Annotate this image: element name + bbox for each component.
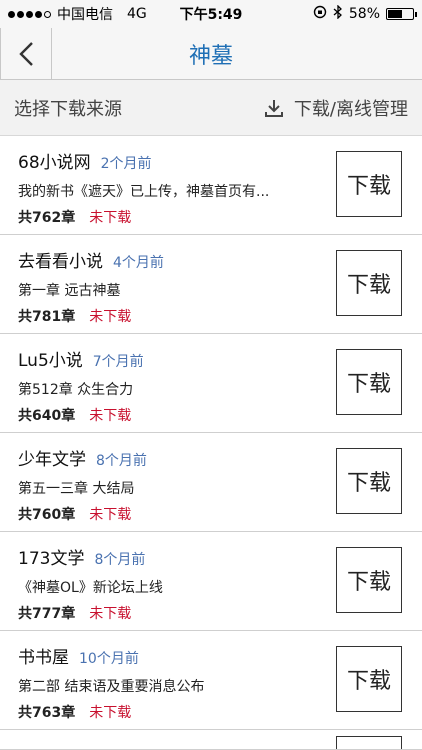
download-state: 未下载 bbox=[89, 507, 132, 523]
latest-chapter: 第一章 远古神墓 bbox=[18, 283, 121, 299]
source-name: Lu5小说 bbox=[18, 351, 83, 371]
chapter-count: 共640章 bbox=[18, 408, 76, 424]
source-list: 68小说网 2个月前 我的新书《遮天》已上传，神墓首页有... 共762章 未下载 … bbox=[0, 136, 422, 750]
source-name: 68小说网 bbox=[18, 153, 91, 173]
download-button-partial[interactable] bbox=[336, 736, 402, 749]
nav-bar: 神墓 bbox=[0, 27, 422, 80]
chapter-count: 共781章 bbox=[18, 309, 76, 325]
latest-chapter: 我的新书《遮天》已上传，神墓首页有... bbox=[18, 184, 270, 200]
status-bar: 中国电信 4G 下午5:49 58% bbox=[0, 0, 422, 28]
chevron-left-icon bbox=[19, 41, 33, 66]
status-left: 中国电信 4G bbox=[8, 4, 147, 24]
list-item[interactable]: Lu5小说 7个月前 第512章 众生合力 共640章 未下载 下载 bbox=[0, 334, 422, 433]
download-button[interactable]: 下载 bbox=[336, 151, 402, 217]
latest-chapter: 第512章 众生合力 bbox=[18, 382, 134, 398]
source-name: 书书屋 bbox=[18, 648, 69, 668]
source-name-partial bbox=[18, 734, 23, 749]
orientation-lock-icon bbox=[313, 5, 327, 23]
download-icon bbox=[264, 99, 283, 117]
chapter-count: 共760章 bbox=[18, 507, 76, 523]
download-button[interactable]: 下载 bbox=[336, 448, 402, 514]
list-item[interactable]: 去看看小说 4个月前 第一章 远古神墓 共781章 未下载 下载 bbox=[0, 235, 422, 334]
list-item[interactable]: 68小说网 2个月前 我的新书《遮天》已上传，神墓首页有... 共762章 未下载 … bbox=[0, 136, 422, 235]
toolbar: 选择下载来源 下载/离线管理 bbox=[0, 80, 422, 136]
chapter-count: 共762章 bbox=[18, 210, 76, 226]
list-item-partial[interactable] bbox=[0, 730, 422, 750]
page-title: 神墓 bbox=[188, 43, 233, 69]
update-time: 7个月前 bbox=[92, 354, 144, 370]
source-name: 173文学 bbox=[18, 549, 85, 569]
download-manage-button[interactable]: 下载/离线管理 bbox=[264, 95, 408, 121]
download-state: 未下载 bbox=[89, 705, 132, 721]
update-time: 2个月前 bbox=[100, 156, 152, 172]
download-button[interactable]: 下载 bbox=[336, 646, 402, 712]
update-time: 8个月前 bbox=[94, 552, 146, 568]
carrier-name: 中国电信 bbox=[57, 7, 113, 23]
download-state: 未下载 bbox=[89, 210, 132, 226]
latest-chapter: 第二部 结束语及重要消息公布 bbox=[18, 679, 205, 695]
update-time: 4个月前 bbox=[113, 255, 164, 271]
download-button[interactable]: 下载 bbox=[336, 250, 402, 316]
chapter-count: 共763章 bbox=[18, 705, 76, 721]
signal-strength-icon bbox=[8, 10, 51, 18]
download-button[interactable]: 下载 bbox=[336, 547, 402, 613]
status-right: 58% bbox=[313, 4, 417, 23]
source-name: 去看看小说 bbox=[18, 252, 103, 272]
update-time: 10个月前 bbox=[79, 651, 139, 667]
network-type: 4G bbox=[127, 6, 147, 22]
list-item[interactable]: 173文学 8个月前 《神墓OL》新论坛上线 共777章 未下载 下载 bbox=[0, 532, 422, 631]
bluetooth-icon bbox=[333, 4, 343, 23]
download-button[interactable]: 下载 bbox=[336, 349, 402, 415]
download-state: 未下载 bbox=[89, 408, 132, 424]
latest-chapter: 《神墓OL》新论坛上线 bbox=[18, 580, 163, 596]
download-state: 未下载 bbox=[89, 309, 132, 325]
source-name: 少年文学 bbox=[18, 450, 86, 470]
download-manage-label: 下载/离线管理 bbox=[293, 98, 408, 120]
update-time: 8个月前 bbox=[96, 453, 147, 469]
latest-chapter: 第五一三章 大结局 bbox=[18, 481, 135, 497]
list-item[interactable]: 书书屋 10个月前 第二部 结束语及重要消息公布 共763章 未下载 下载 bbox=[0, 631, 422, 730]
battery-percent: 58% bbox=[348, 6, 380, 22]
source-select-label: 选择下载来源 bbox=[14, 98, 122, 120]
back-button[interactable] bbox=[0, 27, 52, 80]
chapter-count: 共777章 bbox=[18, 606, 76, 622]
battery-icon bbox=[386, 8, 417, 20]
download-state: 未下载 bbox=[89, 606, 132, 622]
list-item[interactable]: 少年文学 8个月前 第五一三章 大结局 共760章 未下载 下载 bbox=[0, 433, 422, 532]
